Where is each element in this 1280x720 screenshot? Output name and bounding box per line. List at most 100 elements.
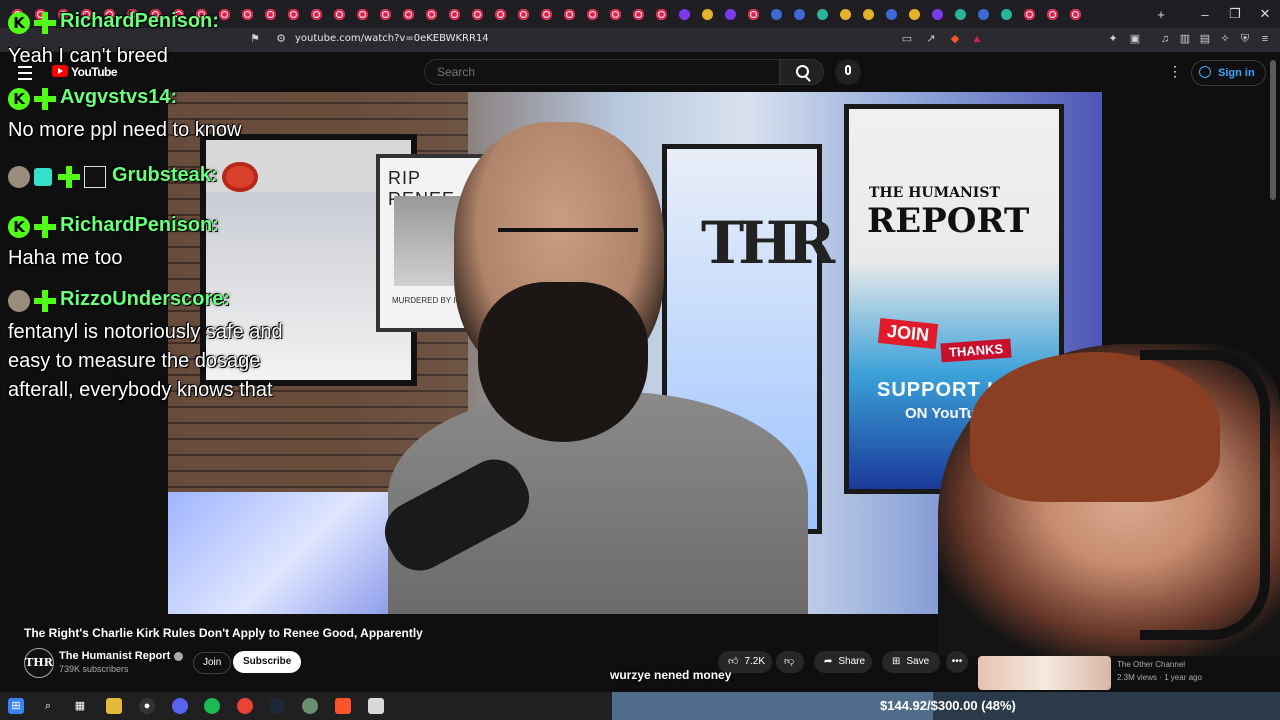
more-actions-button[interactable]: ••• bbox=[946, 651, 968, 673]
tab-favicon[interactable] bbox=[242, 8, 253, 20]
share-label: Share bbox=[838, 656, 866, 667]
tab-favicon[interactable] bbox=[541, 8, 552, 20]
share-page-icon[interactable]: ↗ bbox=[924, 32, 938, 46]
tab-favicon[interactable] bbox=[656, 8, 667, 20]
tab-favicon[interactable] bbox=[679, 8, 690, 20]
menu-icon[interactable]: ≡ bbox=[1258, 32, 1272, 46]
cast-icon[interactable]: ▭ bbox=[900, 32, 914, 46]
tab-favicon[interactable] bbox=[403, 8, 414, 20]
tab-favicon[interactable] bbox=[702, 8, 713, 20]
tab-favicon[interactable] bbox=[932, 8, 943, 20]
search-icon[interactable]: ⌕ bbox=[40, 698, 56, 714]
tab-favicon[interactable] bbox=[1047, 8, 1058, 20]
tab-favicon[interactable] bbox=[748, 8, 759, 20]
tab-favicon[interactable] bbox=[633, 8, 644, 20]
recommended-channel[interactable]: The Other Channel bbox=[1117, 660, 1185, 669]
page-scrollbar[interactable] bbox=[1270, 60, 1276, 200]
save-button[interactable]: ⊞ Save bbox=[882, 651, 940, 673]
bookmark-icon[interactable]: ⚑ bbox=[248, 32, 262, 46]
chat-username-row: Grubsteak: bbox=[8, 162, 258, 192]
extensions-icon[interactable]: ✦ bbox=[1106, 32, 1120, 46]
vpn-icon[interactable]: ⛨ bbox=[1238, 32, 1252, 46]
chat-username: RizzoUnderscore: bbox=[60, 288, 231, 310]
taskview-icon[interactable]: ▦ bbox=[72, 698, 88, 714]
discord-icon[interactable] bbox=[172, 698, 188, 714]
maximize-icon[interactable]: ❐ bbox=[1220, 0, 1250, 28]
channel-avatar[interactable]: THR bbox=[24, 648, 54, 678]
tab-favicon[interactable] bbox=[725, 8, 736, 20]
tab-favicon[interactable] bbox=[380, 8, 391, 20]
tab-favicon[interactable] bbox=[886, 8, 897, 20]
brave-icon[interactable] bbox=[335, 698, 351, 714]
tab-favicon[interactable] bbox=[311, 8, 322, 20]
folder-icon[interactable] bbox=[106, 698, 122, 714]
plus-badge-icon bbox=[34, 215, 56, 238]
tab-favicon[interactable] bbox=[840, 8, 851, 20]
channel-name[interactable]: The Humanist Report bbox=[59, 650, 184, 662]
tab-favicon[interactable] bbox=[610, 8, 621, 20]
app-icon[interactable] bbox=[302, 698, 318, 714]
monitor-logo: THR bbox=[701, 209, 835, 277]
tab-favicon[interactable] bbox=[1070, 8, 1081, 20]
obs-icon[interactable]: ● bbox=[139, 698, 155, 714]
tab-favicon[interactable] bbox=[495, 8, 506, 20]
extension-icon[interactable]: ▣ bbox=[1128, 32, 1142, 46]
sidebar-icon[interactable]: ▥ bbox=[1178, 32, 1192, 46]
recommended-video-thumbnail[interactable] bbox=[978, 656, 1111, 690]
join-button[interactable]: Join bbox=[193, 652, 232, 674]
brave-shields-icon[interactable]: ◆ bbox=[948, 32, 962, 46]
sign-in-button[interactable]: Sign in bbox=[1191, 60, 1266, 86]
spotify-icon[interactable] bbox=[204, 698, 220, 714]
minimize-icon[interactable]: – bbox=[1190, 0, 1220, 28]
plus-badge-icon bbox=[34, 289, 56, 312]
subscribe-button[interactable]: Subscribe bbox=[233, 651, 302, 673]
site-info-icon[interactable]: ⚙ bbox=[274, 32, 288, 46]
settings-kebab-icon[interactable]: ⋮ bbox=[1168, 64, 1182, 78]
monitor-thanks-badge: THANKS bbox=[940, 338, 1012, 363]
brave-rewards-icon[interactable]: ▲ bbox=[970, 32, 984, 46]
tab-favicon[interactable] bbox=[334, 8, 345, 20]
monitor-brand-report: REPORT bbox=[867, 201, 1030, 241]
tab-favicon[interactable] bbox=[771, 8, 782, 20]
tab-favicon[interactable] bbox=[426, 8, 437, 20]
avatar-badge-icon bbox=[8, 166, 30, 188]
wallet-icon[interactable]: ▤ bbox=[1198, 32, 1212, 46]
share-button[interactable]: ➦ Share bbox=[814, 651, 872, 673]
kick-badge-icon: K bbox=[8, 87, 30, 110]
presenter-glasses bbox=[498, 228, 638, 268]
leo-icon[interactable]: ✧ bbox=[1218, 32, 1232, 46]
streamer-icon[interactable] bbox=[368, 698, 384, 714]
live-caption: wurzye nened money bbox=[610, 668, 732, 682]
tab-favicon[interactable] bbox=[1024, 8, 1035, 20]
chrome-icon[interactable] bbox=[237, 698, 253, 714]
windows-icon[interactable]: ⊞ bbox=[8, 698, 24, 714]
tab-favicon[interactable] bbox=[1001, 8, 1012, 20]
voice-search-icon[interactable] bbox=[835, 59, 861, 85]
url-field[interactable]: youtube.com/watch?v=0eKEBWKRR14 bbox=[295, 33, 489, 44]
tab-favicon[interactable] bbox=[518, 8, 529, 20]
media-icon[interactable]: ♫ bbox=[1158, 32, 1172, 46]
steam-icon[interactable] bbox=[269, 698, 285, 714]
tab-favicon[interactable] bbox=[863, 8, 874, 20]
search-input[interactable] bbox=[425, 60, 779, 84]
tab-favicon[interactable] bbox=[817, 8, 828, 20]
tab-favicon[interactable] bbox=[978, 8, 989, 20]
tab-favicon[interactable] bbox=[909, 8, 920, 20]
tab-favicon[interactable] bbox=[219, 8, 230, 20]
search-button[interactable] bbox=[780, 59, 824, 85]
tab-favicon[interactable] bbox=[955, 8, 966, 20]
tab-favicon[interactable] bbox=[472, 8, 483, 20]
tab-favicon[interactable] bbox=[357, 8, 368, 20]
channel-name-label: The Humanist Report bbox=[59, 650, 171, 662]
tab-favicon[interactable] bbox=[449, 8, 460, 20]
thumbs-down-icon: 👎︎ bbox=[784, 656, 795, 667]
tab-favicon[interactable] bbox=[265, 8, 276, 20]
tab-favicon[interactable] bbox=[794, 8, 805, 20]
new-tab-icon[interactable]: + bbox=[1146, 0, 1176, 28]
close-window-icon[interactable]: ✕ bbox=[1250, 0, 1280, 28]
tab-favicon[interactable] bbox=[587, 8, 598, 20]
tab-favicon[interactable] bbox=[288, 8, 299, 20]
dislike-button[interactable]: 👎︎ bbox=[776, 651, 804, 673]
menu-icon[interactable] bbox=[18, 66, 32, 80]
tab-favicon[interactable] bbox=[564, 8, 575, 20]
